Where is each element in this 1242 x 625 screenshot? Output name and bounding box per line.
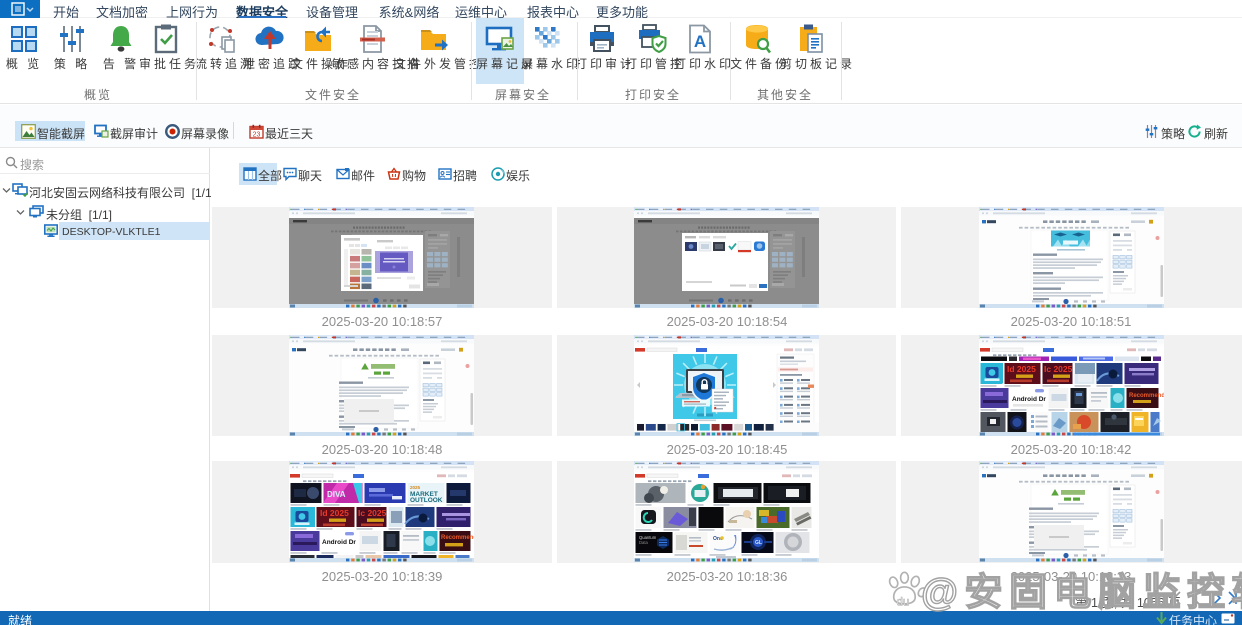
svg-text:Recommended: Recommended — [441, 535, 474, 541]
svg-text:2025: 2025 — [410, 485, 421, 490]
svg-text:Android Dr: Android Dr — [1012, 396, 1046, 403]
svg-text:Android Dr: Android Dr — [322, 539, 356, 546]
svg-text:Id 2025: Id 2025 — [1007, 364, 1036, 374]
svg-text:GL: GL — [755, 540, 762, 546]
svg-text:DIVA: DIVA — [327, 490, 346, 499]
svg-text:Ic 2025: Ic 2025 — [1044, 364, 1073, 374]
svg-text:A: A — [694, 32, 706, 51]
svg-text:Id 2025: Id 2025 — [320, 508, 349, 518]
svg-text:du: du — [897, 596, 910, 608]
svg-text:Recommended: Recommended — [1129, 393, 1164, 399]
svg-text:23: 23 — [253, 131, 261, 138]
svg-text:Ic 2025: Ic 2025 — [358, 508, 387, 518]
svg-text:Data: Data — [639, 540, 649, 545]
svg-text:OUTLOOK: OUTLOOK — [410, 497, 443, 504]
